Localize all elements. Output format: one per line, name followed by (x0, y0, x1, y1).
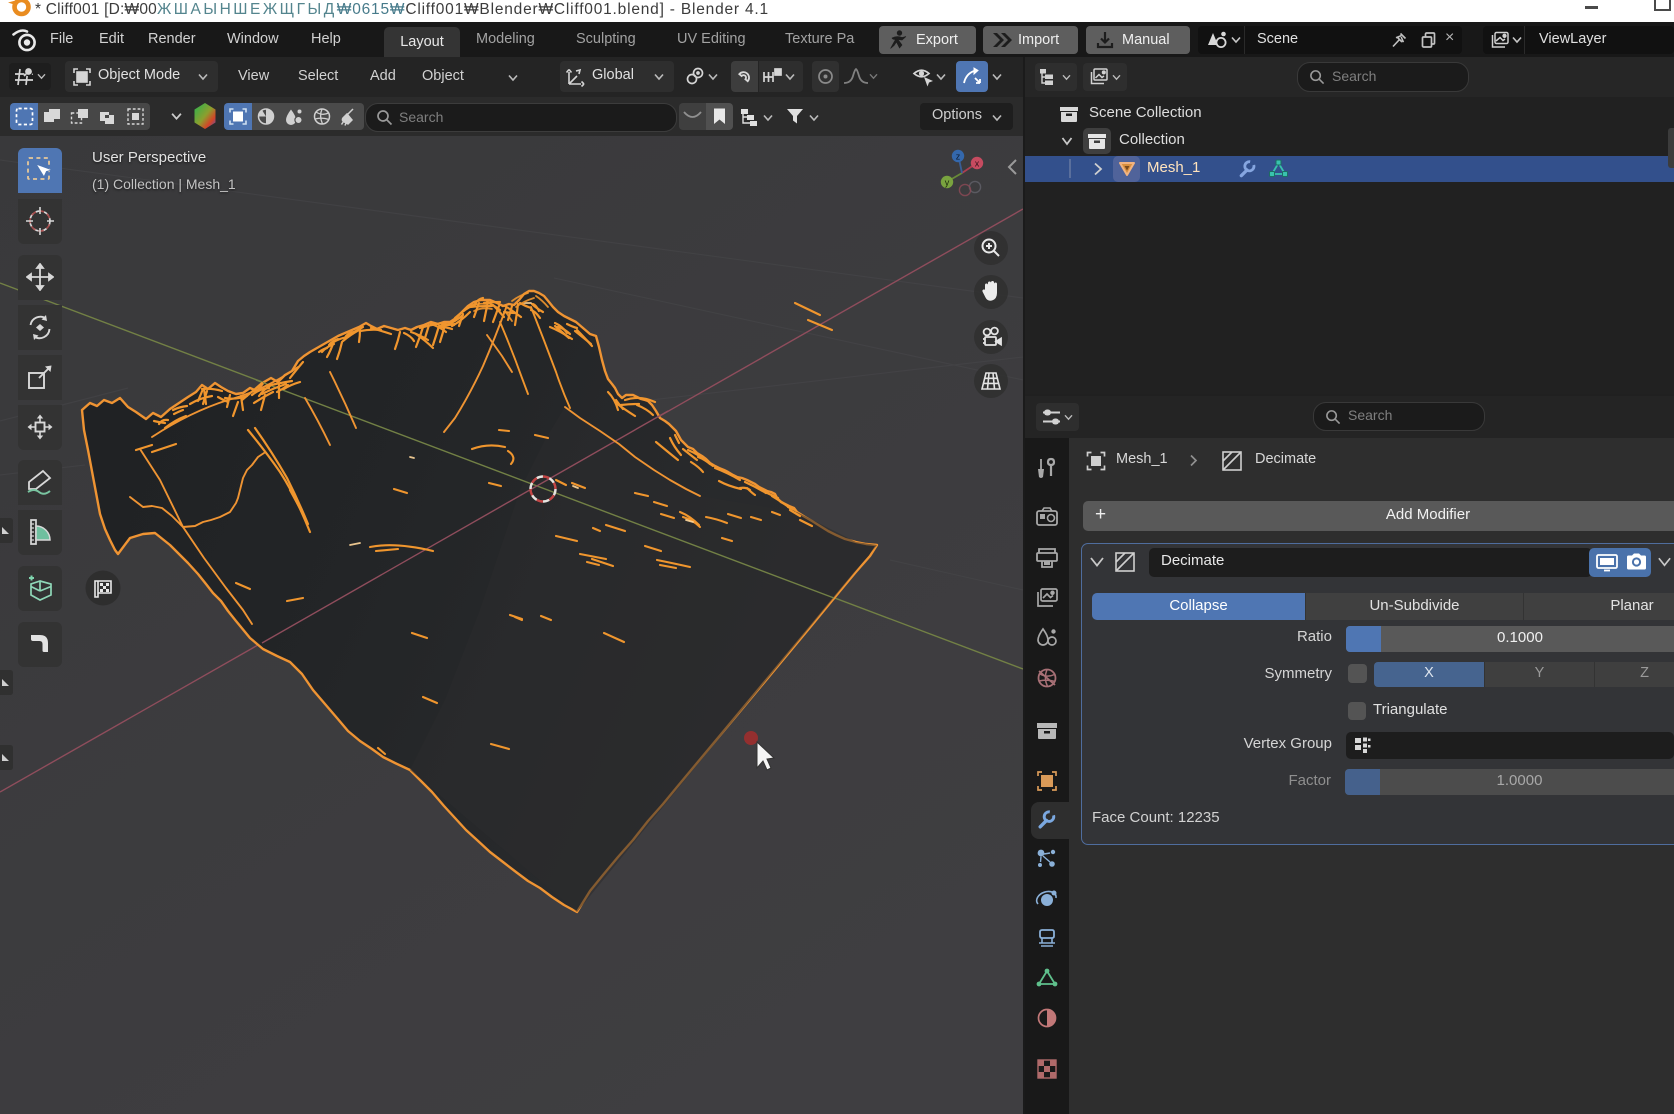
svg-text:z: z (956, 152, 961, 162)
svg-text:y: y (945, 178, 950, 188)
svg-text:x: x (975, 159, 980, 169)
